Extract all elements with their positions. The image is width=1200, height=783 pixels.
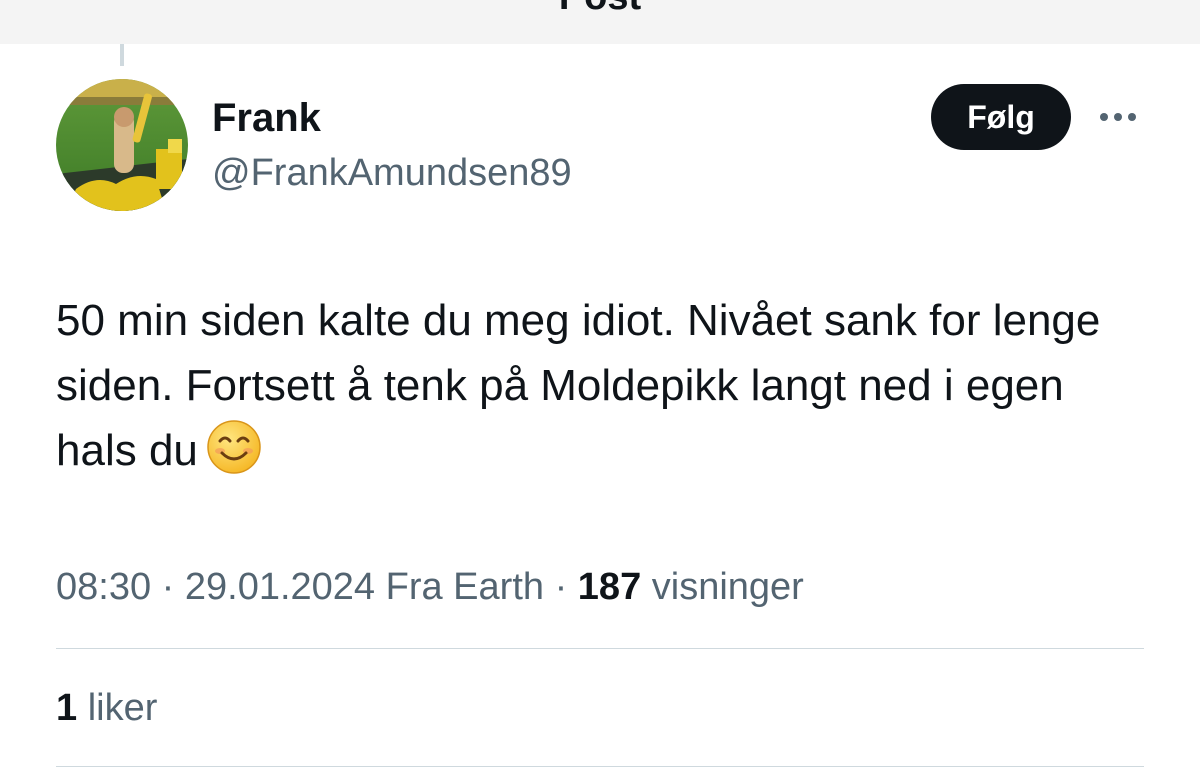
- divider: [56, 648, 1144, 649]
- post-source: Fra Earth: [385, 566, 545, 608]
- views-label[interactable]: visninger: [652, 566, 804, 608]
- likes-count: 1: [56, 687, 78, 729]
- avatar-stadium-photo: [56, 79, 188, 211]
- thread-connector-line: [120, 44, 124, 66]
- divider: [56, 766, 1144, 767]
- follow-button[interactable]: Følg: [931, 84, 1071, 150]
- meta-separator: ·: [554, 566, 568, 608]
- author-handle[interactable]: @FrankAmundsen89: [212, 150, 572, 196]
- meta-separator: ·: [161, 566, 175, 608]
- post-text: 50 min siden kalte du meg idiot. Nivået …: [56, 288, 1156, 483]
- avatar[interactable]: [56, 79, 188, 211]
- likes-stat[interactable]: 1 liker: [56, 684, 157, 732]
- post-metadata: 08:30 · 29.01.2024 Fra Earth · 187 visni…: [56, 563, 804, 611]
- ellipsis-icon[interactable]: [1096, 106, 1140, 128]
- post-date[interactable]: 29.01.2024: [185, 566, 375, 608]
- post-time[interactable]: 08:30: [56, 566, 151, 608]
- top-navigation-bar: Post: [0, 0, 1200, 44]
- views-count[interactable]: 187: [578, 566, 641, 608]
- page-title: Post: [0, 0, 1200, 19]
- likes-label: liker: [87, 687, 158, 729]
- smiling-face-icon: [207, 420, 261, 474]
- author-display-name[interactable]: Frank: [212, 94, 321, 142]
